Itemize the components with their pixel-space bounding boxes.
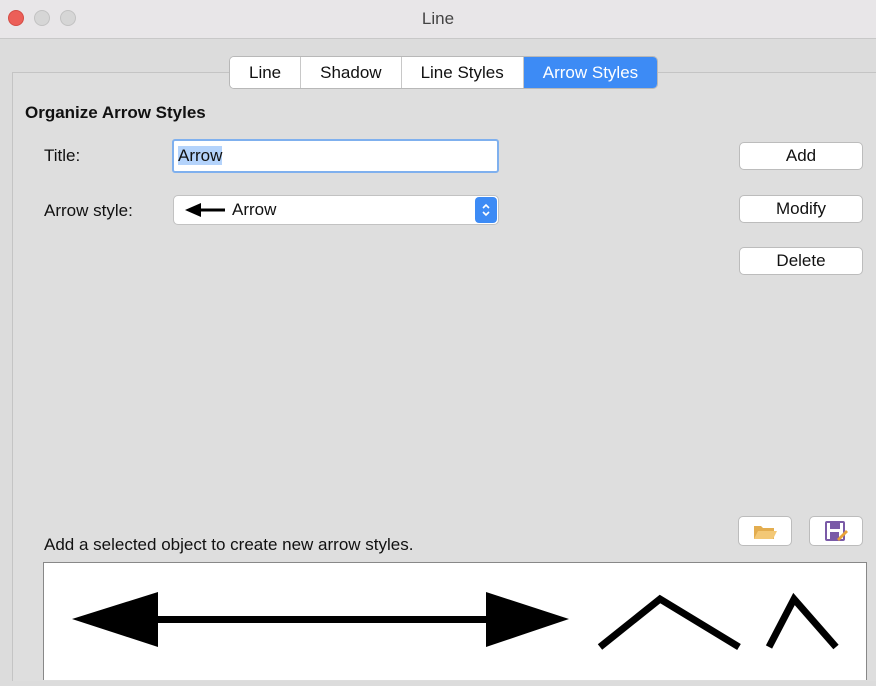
updown-chevron-icon[interactable]	[475, 197, 497, 223]
arrow-style-value: Arrow	[232, 200, 277, 219]
arrow-style-select[interactable]: Arrow	[173, 195, 499, 225]
arrow-style-label: Arrow style:	[44, 201, 133, 220]
title-label: Title:	[44, 146, 81, 165]
title-bar: Line	[0, 0, 876, 39]
arrow-preview-graphic	[72, 592, 839, 650]
tab-bar: Line Shadow Line Styles Arrow Styles	[229, 56, 659, 89]
folder-open-icon	[754, 526, 777, 539]
save-icon	[825, 521, 848, 541]
tab-line-styles[interactable]: Line Styles	[401, 57, 524, 88]
hint-text: Add a selected object to create new arro…	[44, 535, 414, 554]
arrow-preview	[43, 562, 867, 680]
delete-button[interactable]: Delete	[739, 247, 863, 275]
load-arrow-styles-button[interactable]	[738, 516, 792, 546]
tab-arrow-styles[interactable]: Arrow Styles	[523, 57, 658, 88]
window-title: Line	[421, 9, 455, 28]
add-button[interactable]: Add	[739, 142, 863, 170]
title-input[interactable]: Arrow	[172, 139, 499, 173]
arrow-icon	[185, 203, 225, 217]
section-title: Organize Arrow Styles	[25, 103, 206, 122]
modify-button[interactable]: Modify	[739, 195, 863, 223]
tab-shadow[interactable]: Shadow	[301, 57, 402, 88]
tab-line[interactable]: Line	[230, 57, 302, 88]
title-input-value: Arrow	[178, 146, 223, 165]
save-arrow-styles-button[interactable]	[809, 516, 863, 546]
